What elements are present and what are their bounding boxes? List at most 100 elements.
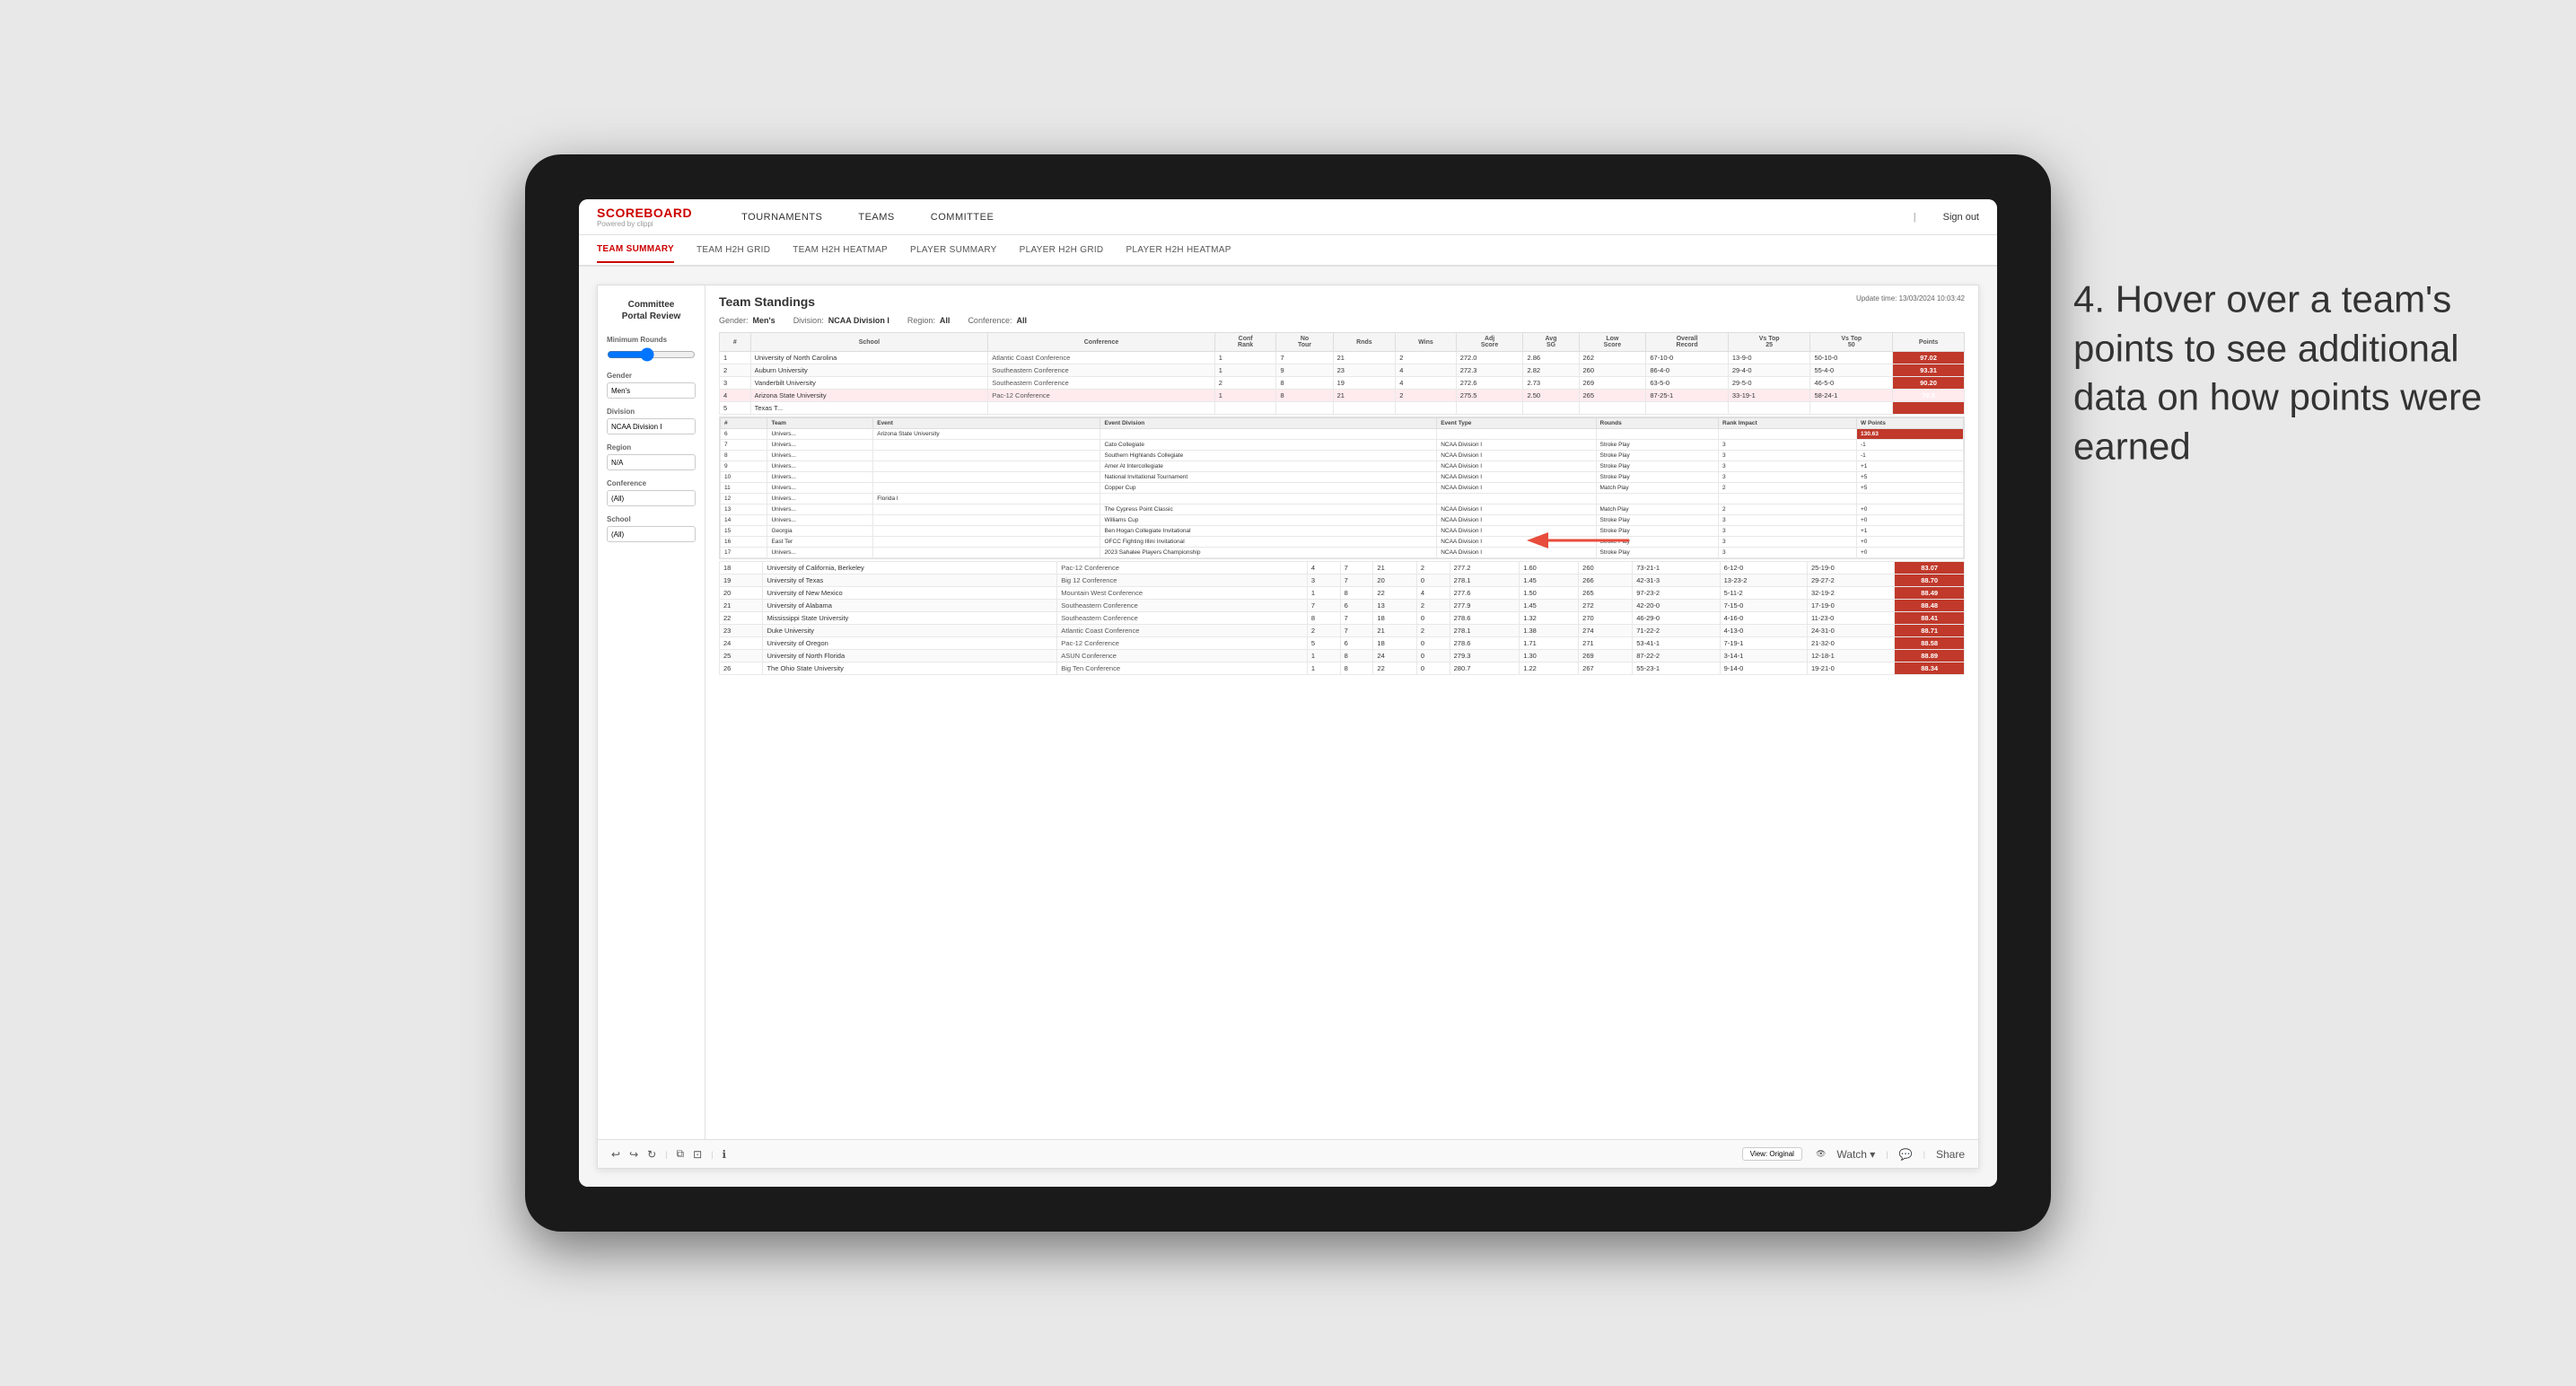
crop-icon[interactable]: ⊡ — [693, 1148, 702, 1161]
cell-overall: 87-25-1 — [1646, 390, 1729, 402]
nested-cell-event: Florida I — [873, 494, 1100, 504]
cell-conf-rank: 1 — [1214, 390, 1276, 402]
nested-cell-event-div — [1100, 494, 1437, 504]
cell-points[interactable]: 88.34 — [1895, 662, 1965, 675]
table-row-highlighted[interactable]: 4 Arizona State University Pac-12 Confer… — [720, 390, 1965, 402]
cell-points[interactable] — [1893, 402, 1965, 415]
nav-teams[interactable]: TEAMS — [854, 212, 898, 223]
undo-icon[interactable]: ↩ — [611, 1148, 620, 1161]
cell-adj-score: 277.6 — [1450, 587, 1520, 600]
cell-conference: Atlantic Coast Conference — [1057, 625, 1308, 637]
cell-points[interactable]: 88.89 — [1895, 650, 1965, 662]
table-row[interactable]: 24 University of Oregon Pac-12 Conferenc… — [720, 637, 1965, 650]
min-rounds-slider[interactable] — [607, 346, 696, 363]
gender-select[interactable]: Men's Women's — [607, 382, 696, 399]
cell-points[interactable]: 88.70 — [1895, 575, 1965, 587]
cell-no-tour: 7 — [1340, 612, 1373, 625]
nested-cell-event-type — [1437, 494, 1596, 504]
nested-cell-w-points: +0 — [1857, 548, 1964, 558]
cell-points[interactable]: 88.41 — [1895, 612, 1965, 625]
label-division: Division — [607, 408, 696, 416]
school-select[interactable]: (All) — [607, 526, 696, 542]
cell-points[interactable]: 97.02 — [1893, 352, 1965, 364]
col-nested-rounds: Rounds — [1596, 418, 1719, 429]
cell-avg-sg: 2.73 — [1523, 377, 1579, 390]
region-select[interactable]: N/A East West — [607, 454, 696, 470]
tab-team-summary[interactable]: TEAM SUMMARY — [597, 237, 674, 263]
table-row[interactable]: 19 University of Texas Big 12 Conference… — [720, 575, 1965, 587]
cell-rank: 18 — [720, 562, 763, 575]
main-content-area: CommitteePortal Review Minimum Rounds Ge… — [579, 267, 1997, 1187]
table-row[interactable]: 18 University of California, Berkeley Pa… — [720, 562, 1965, 575]
nested-cell-event-div: National Invitational Tournament — [1100, 472, 1437, 483]
col-low-score: LowScore — [1579, 333, 1646, 352]
cell-points[interactable]: 93.31 — [1893, 364, 1965, 377]
nested-cell-event — [873, 440, 1100, 451]
nested-cell-w-points: +5 — [1857, 472, 1964, 483]
cell-vs25: 29-5-0 — [1728, 377, 1810, 390]
cell-adj-score: 272.0 — [1456, 352, 1523, 364]
cell-conference: Pac-12 Conference — [1057, 562, 1308, 575]
info-icon[interactable]: ℹ — [723, 1148, 727, 1161]
table-row[interactable]: 5 Texas T... — [720, 402, 1965, 415]
table-row[interactable]: 25 University of North Florida ASUN Conf… — [720, 650, 1965, 662]
cell-vs25: 3-14-1 — [1720, 650, 1807, 662]
cell-conf-rank: 2 — [1307, 625, 1340, 637]
view-original-button[interactable]: View: Original — [1742, 1147, 1802, 1161]
filter-conference-label: Conference: — [968, 316, 1012, 325]
cell-school: University of Texas — [763, 575, 1057, 587]
nested-events-table: # Team Event Event Division Event Type R… — [720, 417, 1964, 558]
division-select[interactable]: NCAA Division I NCAA Division II — [607, 418, 696, 434]
cell-points-hover[interactable]: 79.5 — [1893, 390, 1965, 402]
cell-conference: ASUN Conference — [1057, 650, 1308, 662]
annotation-area: 4. Hover over a team's points to see add… — [2073, 275, 2504, 470]
cell-wins: 2 — [1416, 625, 1450, 637]
nav-committee[interactable]: COMMITTEE — [926, 212, 999, 223]
sign-out-link[interactable]: Sign out — [1943, 212, 1979, 223]
nested-cell-team: Univers... — [767, 548, 873, 558]
cell-avg-sg: 1.45 — [1520, 575, 1579, 587]
nested-cell-rounds: Stroke Play — [1596, 472, 1719, 483]
cell-points[interactable]: 90.20 — [1893, 377, 1965, 390]
nav-tournaments[interactable]: TOURNAMENTS — [737, 212, 827, 223]
copy-icon[interactable]: ⧉ — [677, 1147, 685, 1161]
share-button[interactable]: Share — [1936, 1148, 1965, 1161]
cell-points[interactable]: 88.71 — [1895, 625, 1965, 637]
table-row[interactable]: 3 Vanderbilt University Southeastern Con… — [720, 377, 1965, 390]
redo-icon[interactable]: ↪ — [629, 1148, 638, 1161]
table-row[interactable]: 20 University of New Mexico Mountain Wes… — [720, 587, 1965, 600]
cell-points[interactable]: 88.49 — [1895, 587, 1965, 600]
cell-overall: 71-22-2 — [1633, 625, 1720, 637]
tab-player-h2h-heatmap[interactable]: PLAYER H2H HEATMAP — [1126, 238, 1231, 262]
cell-points[interactable]: 88.58 — [1895, 637, 1965, 650]
table-row[interactable]: 26 The Ohio State University Big Ten Con… — [720, 662, 1965, 675]
table-row[interactable]: 22 Mississippi State University Southeas… — [720, 612, 1965, 625]
nested-cell-rank-impact: 3 — [1719, 515, 1857, 526]
cell-school: University of Oregon — [763, 637, 1057, 650]
cell-points[interactable]: 83.07 — [1895, 562, 1965, 575]
cell-school: Auburn University — [750, 364, 988, 377]
cell-points[interactable]: 88.48 — [1895, 600, 1965, 612]
nested-cell-w-points: +0 — [1857, 515, 1964, 526]
comment-icon[interactable]: 💬 — [1899, 1148, 1913, 1161]
conference-select[interactable]: (All) — [607, 490, 696, 506]
refresh-icon[interactable]: ↻ — [647, 1148, 656, 1161]
cell-low-score: 272 — [1579, 600, 1633, 612]
table-row[interactable]: 23 Duke University Atlantic Coast Confer… — [720, 625, 1965, 637]
cell-wins: 2 — [1396, 352, 1456, 364]
nested-table-row: 13 Univers... The Cypress Point Classic … — [721, 504, 1964, 515]
tab-team-h2h-heatmap[interactable]: TEAM H2H HEATMAP — [793, 238, 888, 262]
table-row[interactable]: 21 University of Alabama Southeastern Co… — [720, 600, 1965, 612]
table-row[interactable]: 1 University of North Carolina Atlantic … — [720, 352, 1965, 364]
tab-team-h2h-grid[interactable]: TEAM H2H GRID — [697, 238, 770, 262]
col-school: School — [750, 333, 988, 352]
table-row[interactable]: 2 Auburn University Southeastern Confere… — [720, 364, 1965, 377]
cell-conf-rank: 1 — [1307, 587, 1340, 600]
cell-rank: 23 — [720, 625, 763, 637]
tab-player-h2h-grid[interactable]: PLAYER H2H GRID — [1020, 238, 1104, 262]
col-vs25: Vs Top25 — [1728, 333, 1810, 352]
cell-no-tour: 6 — [1340, 637, 1373, 650]
filter-gender-value: Men's — [753, 316, 775, 325]
tab-player-summary[interactable]: PLAYER SUMMARY — [910, 238, 997, 262]
watch-button[interactable]: Watch ▾ — [1836, 1148, 1875, 1161]
